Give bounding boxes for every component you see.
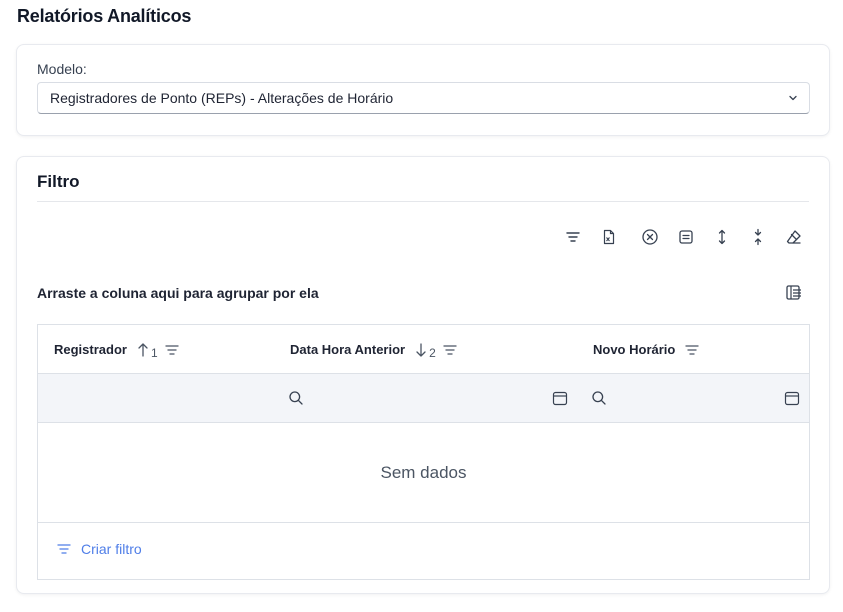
- filter-icon: [57, 544, 71, 554]
- calendar-button[interactable]: [783, 389, 801, 407]
- layout-button[interactable]: [676, 227, 696, 247]
- data-grid: Registrador 1 Data Hora Anterior 2 Novo …: [37, 324, 810, 580]
- layout-icon: [679, 230, 693, 244]
- create-filter-button[interactable]: Criar filtro: [56, 541, 142, 557]
- sort-index: 1: [150, 345, 158, 360]
- column-label: Data Hora Anterior: [290, 342, 406, 357]
- arrow-up-icon: [138, 342, 148, 357]
- model-card: Modelo: Registradores de Ponto (REPs) - …: [16, 44, 830, 136]
- sort-indicator: 1: [137, 340, 158, 360]
- grid-toolbar: [17, 227, 829, 247]
- search-button[interactable]: [590, 389, 608, 407]
- column-header-registrador[interactable]: Registrador 1: [54, 325, 180, 374]
- page-title: Relatórios Analíticos: [17, 6, 192, 26]
- header-filter-button[interactable]: [442, 342, 458, 358]
- expand-icon: [718, 229, 726, 245]
- clear-filter-button[interactable]: [640, 227, 660, 247]
- sort-index: 2: [429, 345, 436, 360]
- column-header-data-hora-anterior[interactable]: Data Hora Anterior 2: [290, 325, 458, 374]
- divider: [37, 201, 809, 202]
- group-panel-hint: Arraste a coluna aqui para agrupar por e…: [37, 285, 319, 301]
- export-excel-button[interactable]: [599, 227, 619, 247]
- model-select[interactable]: Registradores de Ponto (REPs) - Alteraçõ…: [37, 82, 810, 114]
- column-label: Registrador: [54, 342, 127, 357]
- calendar-button[interactable]: [551, 389, 569, 407]
- search-icon: [289, 391, 303, 405]
- export-excel-icon: [603, 229, 615, 245]
- arrow-down-icon: [416, 342, 426, 357]
- chevron-down-icon: [789, 95, 797, 101]
- eraser-icon: [786, 230, 801, 244]
- sort-indicator: 2: [415, 340, 436, 360]
- column-chooser-button[interactable]: [783, 282, 805, 304]
- grid-header: Registrador 1 Data Hora Anterior 2 Novo …: [38, 325, 809, 374]
- calendar-icon: [552, 391, 568, 406]
- filter-card: Filtro Arraste a coluna aqui para agrupa…: [16, 156, 830, 594]
- filter-title: Filtro: [37, 172, 80, 191]
- grid-filter-row: [38, 374, 809, 423]
- filter-icon: [165, 344, 179, 355]
- model-label: Modelo:: [37, 61, 87, 77]
- collapse-all-button[interactable]: [748, 227, 768, 247]
- expand-all-button[interactable]: [712, 227, 732, 247]
- clear-icon: [642, 229, 658, 245]
- column-header-novo-horario[interactable]: Novo Horário: [593, 325, 700, 374]
- search-icon: [592, 391, 606, 405]
- search-button[interactable]: [287, 389, 305, 407]
- eraser-button[interactable]: [784, 227, 804, 247]
- calendar-icon: [784, 391, 800, 406]
- header-filter-button[interactable]: [164, 342, 180, 358]
- filter-icon: [443, 344, 457, 355]
- create-filter-label: Criar filtro: [81, 541, 142, 557]
- collapse-icon: [754, 228, 762, 246]
- no-data-message: Sem dados: [38, 423, 809, 523]
- column-chooser-icon: [786, 285, 801, 300]
- filter-toggle-button[interactable]: [563, 227, 583, 247]
- filter-icon: [566, 232, 580, 242]
- column-label: Novo Horário: [593, 342, 676, 357]
- model-select-value: Registradores de Ponto (REPs) - Alteraçõ…: [50, 90, 394, 106]
- filter-icon: [685, 344, 699, 355]
- header-filter-button[interactable]: [684, 342, 700, 358]
